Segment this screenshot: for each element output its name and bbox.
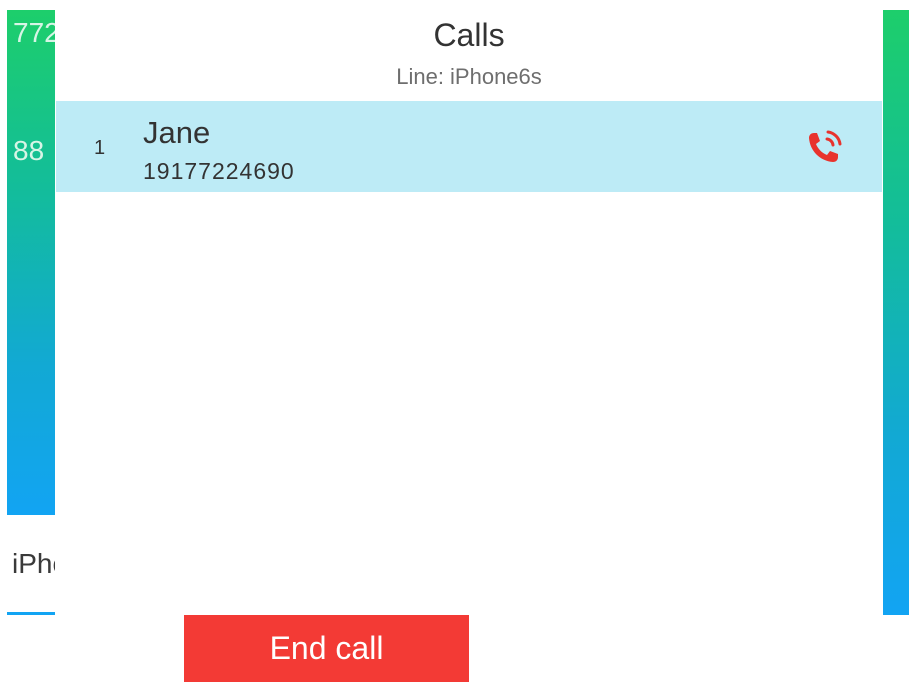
background-right-panel	[883, 10, 909, 615]
popup-subtitle: Line: iPhone6s	[396, 64, 542, 89]
caller-name: Jane	[143, 115, 211, 150]
ringing-phone-icon	[809, 130, 842, 162]
caller-number: 19177224690	[143, 158, 295, 184]
call-list-item[interactable]: 1 Jane 19177224690	[56, 101, 882, 192]
popup-title: Calls	[433, 17, 505, 53]
background-line-underline	[7, 612, 55, 615]
background-text-middle: 88	[13, 135, 45, 166]
call-index: 1	[94, 137, 106, 159]
background-text-top: 772	[13, 17, 55, 48]
end-call-button[interactable]: End call	[184, 615, 469, 682]
background-line-label: iPhone6s	[12, 548, 55, 579]
background-left-panel: 772 88	[7, 10, 55, 515]
calls-popup: Calls Line: iPhone6s 1 Jane 19177224690	[56, 0, 882, 682]
